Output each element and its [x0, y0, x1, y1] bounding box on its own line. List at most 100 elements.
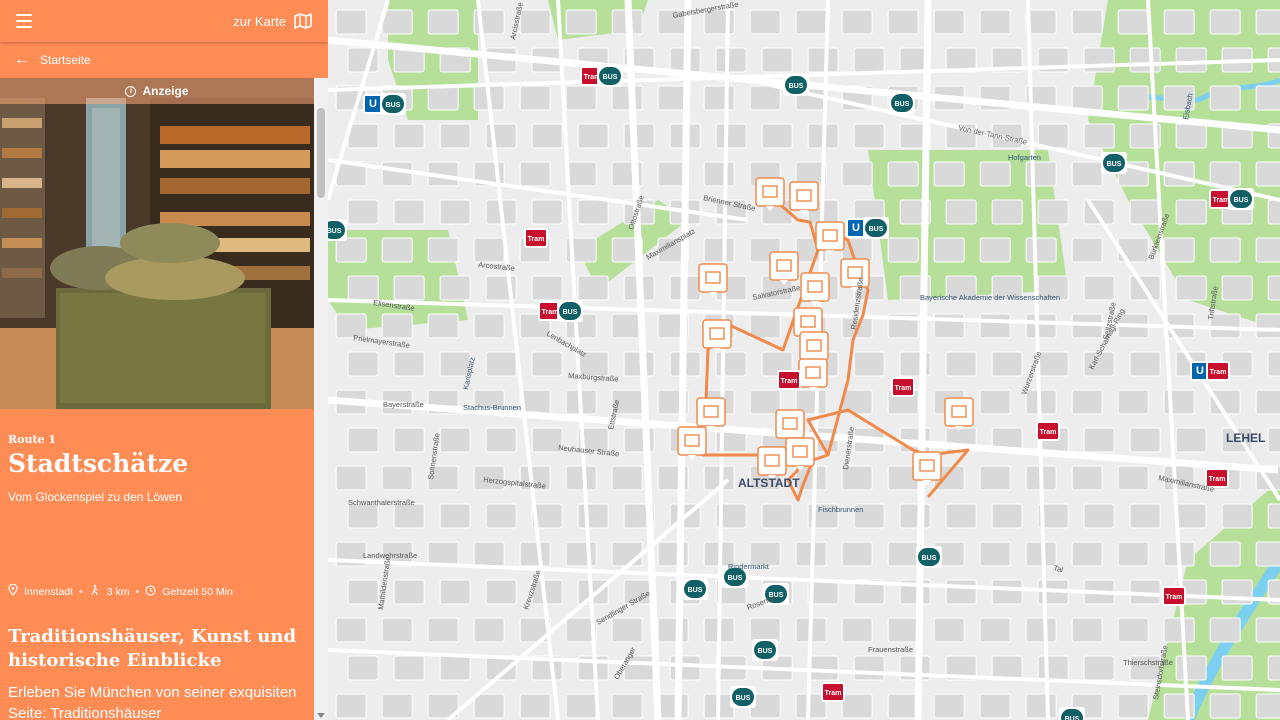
city-block [1129, 199, 1161, 225]
route-poi-marker[interactable] [798, 358, 828, 392]
city-block [1083, 47, 1115, 73]
route-poi-marker[interactable] [800, 272, 830, 306]
bus-stop-label: BUS [789, 83, 804, 90]
city-block [1209, 237, 1241, 263]
tram-stop-icon[interactable]: Tram [891, 377, 915, 397]
bus-stop-label: BUS [1065, 716, 1080, 720]
city-block [1071, 465, 1103, 491]
tram-stop-icon[interactable]: Tram [1206, 361, 1230, 381]
bus-stop-icon[interactable]: BUS [597, 65, 623, 87]
bus-stop-icon[interactable]: BUS [1228, 188, 1254, 210]
city-block [1221, 655, 1253, 681]
bus-stop-icon[interactable]: BUS [752, 639, 778, 661]
tram-stop-icon[interactable]: Tram [821, 682, 845, 702]
route-poi-marker[interactable] [677, 426, 707, 460]
route-poi-marker[interactable] [698, 263, 728, 297]
transit-stops[interactable]: BUS BUS Tram BUS U BUS BUS Tram BUS U BUS Tram Tram B… [328, 65, 1254, 720]
bus-stop-label: BUS [736, 695, 751, 702]
city-block [1255, 541, 1280, 567]
city-block [531, 351, 563, 377]
city-block [1175, 275, 1207, 301]
bus-stop-icon[interactable]: BUS [380, 93, 406, 115]
city-block [853, 47, 885, 73]
route-poi-marker[interactable] [702, 319, 732, 353]
city-block [1255, 313, 1280, 339]
city-block [1037, 655, 1069, 681]
bus-stop-icon[interactable]: BUS [916, 546, 942, 568]
to-map-button[interactable]: zur Karte [233, 13, 312, 29]
sidebar-scrollbar[interactable] [314, 78, 328, 720]
city-block [381, 313, 413, 339]
city-block [1163, 617, 1195, 643]
city-block [669, 655, 701, 681]
city-block [1209, 617, 1241, 643]
route-poi-marker[interactable] [944, 397, 974, 431]
city-block [473, 313, 505, 339]
city-block [887, 617, 919, 643]
city-block [531, 199, 563, 225]
city-block [565, 161, 597, 187]
city-block [427, 313, 459, 339]
city-block [1025, 237, 1057, 263]
hero-image: i Anzeige [0, 78, 314, 409]
city-block [1071, 541, 1103, 567]
bus-stop-label: BUS [922, 555, 937, 562]
bus-stop-icon[interactable]: BUS [1101, 152, 1127, 174]
city-block [991, 199, 1023, 225]
city-block [439, 123, 471, 149]
city-map[interactable]: BUS BUS Tram BUS U BUS BUS Tram BUS U BUS Tram Tram B… [328, 0, 1280, 720]
tram-stop-icon[interactable]: Tram [524, 228, 548, 248]
bus-stop-icon[interactable]: BUS [557, 300, 583, 322]
city-block [577, 199, 609, 225]
route-poi-marker[interactable] [696, 397, 726, 431]
bus-stop-icon[interactable]: BUS [730, 686, 756, 708]
tram-stop-label: Tram [1213, 197, 1230, 204]
city-block [577, 503, 609, 529]
city-block [1175, 503, 1207, 529]
city-block [347, 579, 379, 605]
tram-stop-icon[interactable]: Tram [777, 370, 801, 390]
city-block [853, 655, 885, 681]
bus-stop-icon[interactable]: BUS [1059, 707, 1085, 720]
bus-stop-icon[interactable]: BUS [783, 74, 809, 96]
city-block [623, 351, 655, 377]
city-block [807, 655, 839, 681]
tram-stop-icon[interactable]: Tram [1162, 586, 1186, 606]
bus-stop-icon[interactable]: BUS [863, 217, 889, 239]
tram-stop-icon[interactable]: Tram [1036, 421, 1060, 441]
city-block [945, 579, 977, 605]
city-block [1175, 427, 1207, 453]
city-block [715, 123, 747, 149]
city-block [381, 617, 413, 643]
bus-stop-icon[interactable]: BUS [889, 92, 915, 114]
city-block [933, 161, 965, 187]
breadcrumb-back-link[interactable]: ← Startseite [0, 42, 328, 78]
city-block [1025, 693, 1057, 719]
city-block [1255, 389, 1280, 415]
map-view[interactable]: BUS BUS Tram BUS U BUS BUS Tram BUS U BUS Tram Tram B… [328, 0, 1280, 720]
bus-stop-icon[interactable]: BUS [328, 219, 347, 241]
intro-text: Erleben Sie München von seiner exquisite… [8, 683, 297, 720]
city-block [427, 237, 459, 263]
route-poi-marker[interactable] [789, 181, 819, 215]
scrollbar-thumb[interactable] [317, 108, 325, 198]
hamburger-icon[interactable] [16, 14, 32, 28]
city-block [749, 85, 781, 111]
city-block [991, 579, 1023, 605]
meta-distance: 3 km [106, 585, 130, 598]
bus-stop-icon[interactable]: BUS [682, 578, 708, 600]
city-block [841, 541, 873, 567]
street-label: Arcostraße [478, 260, 515, 273]
city-block [565, 465, 597, 491]
bus-stop-label: BUS [1107, 161, 1122, 168]
district-label: ALTSTADT [738, 476, 800, 490]
street-line [914, 0, 932, 720]
route-poi-marker[interactable] [785, 437, 815, 471]
route-poi-marker[interactable] [769, 251, 799, 285]
city-block [979, 541, 1011, 567]
route-poi-marker[interactable] [912, 451, 942, 485]
route-poi-marker[interactable] [815, 221, 845, 255]
city-block [1209, 541, 1241, 567]
route-poi-marker[interactable] [755, 177, 785, 211]
scroll-down-arrow-icon[interactable] [317, 713, 325, 718]
